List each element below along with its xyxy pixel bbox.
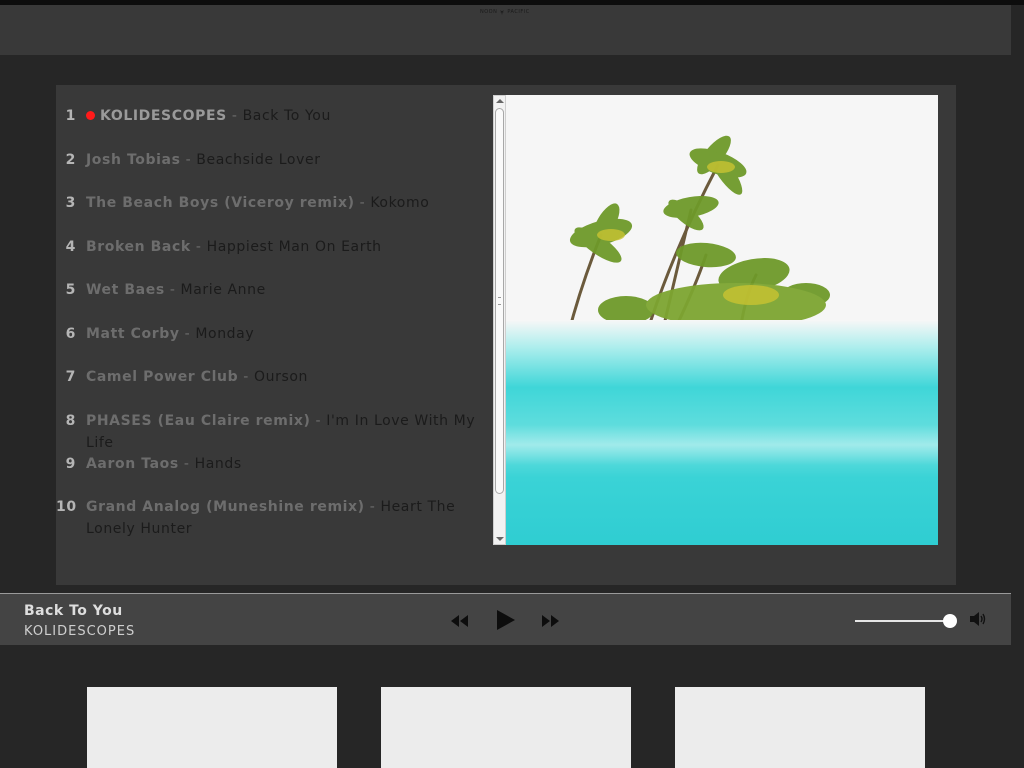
track-title: Marie Anne [180,282,266,298]
track-number: 5 [65,282,76,298]
track-text: Camel Power Club - Ourson [86,366,481,388]
track-artist: Aaron Taos [86,456,179,472]
track-text: PHASES (Eau Claire remix) - I'm In Love … [86,410,481,454]
track-separator: - [164,282,181,298]
track-separator: - [354,195,371,211]
play-button[interactable] [493,608,517,632]
logo-text-left: NOON [480,9,498,15]
now-playing-artist: KOLIDESCOPES [24,624,136,639]
scroll-up-icon[interactable] [496,99,504,103]
track-text: Aaron Taos - Hands [86,453,481,475]
playlist-panel: 1 KOLIDESCOPES - Back To You 2 Josh Tobias … [56,85,956,585]
track-title: Happiest Man On Earth [206,239,382,255]
scroll-down-icon[interactable] [496,537,504,541]
track-number: 6 [65,326,76,342]
speaker-icon [970,612,986,626]
content-below [0,645,1011,768]
right-gutter [1011,5,1024,768]
rewind-icon [451,615,468,627]
track-number: 3 [65,195,76,211]
track-text: Josh Tobias - Beachside Lover [86,149,481,171]
track-title: Kokomo [370,195,430,211]
track-number: 2 [65,152,76,168]
track-number: 1 [65,108,76,124]
player-bar: Back To You KOLIDESCOPES [0,593,1011,645]
track-text: Broken Back - Happiest Man On Earth [86,236,481,258]
track-separator: - [190,239,207,255]
track-separator: - [179,326,196,342]
track-artist: Broken Back [86,239,191,255]
track-text: The Beach Boys (Viceroy remix) - Kokomo [86,192,481,214]
album-art-image [506,95,938,545]
track-number: 9 [65,456,76,472]
track-number: 8 [65,413,76,429]
previous-button[interactable] [449,613,471,629]
track-title: Monday [195,326,255,342]
track-title: Hands [194,456,242,472]
track-artist: KOLIDESCOPES [100,108,227,124]
volume-handle[interactable] [943,614,957,628]
track-artist: Matt Corby [86,326,180,342]
feature-card[interactable] [381,687,631,768]
site-header: NOON PACIFIC [0,5,1011,55]
track-text: Wet Baes - Marie Anne [86,279,481,301]
track-artist: Wet Baes [86,282,165,298]
track-artist: Josh Tobias [86,152,181,168]
album-artwork [506,95,938,545]
next-button[interactable] [539,613,561,629]
scroll-thumb[interactable] [495,108,504,494]
fast-forward-icon [542,615,559,627]
track-title: Beachside Lover [196,152,321,168]
track-separator: - [364,499,381,515]
track-number: 10 [56,499,77,515]
track-artist: Grand Analog (Muneshine remix) [86,499,365,515]
track-text: KOLIDESCOPES - Back To You [86,105,481,127]
track-separator: - [180,152,197,168]
now-playing-title: Back To You [24,603,123,619]
site-logo[interactable]: NOON PACIFIC [480,8,530,16]
track-title: Ourson [254,369,308,385]
logo-text-right: PACIFIC [507,9,530,15]
mute-button[interactable] [969,611,987,627]
playlist-scrollbar[interactable] [493,95,506,545]
track-separator: - [310,413,327,429]
track-separator: - [178,456,195,472]
track-text: Grand Analog (Muneshine remix) - Heart T… [86,496,481,540]
play-icon [497,610,515,630]
track-title: Back To You [242,108,331,124]
track-artist: PHASES (Eau Claire remix) [86,413,311,429]
track-artist: The Beach Boys (Viceroy remix) [86,195,355,211]
track-number: 7 [65,369,76,385]
track-number: 4 [65,239,76,255]
track-text: Matt Corby - Monday [86,323,481,345]
track-list: 1 KOLIDESCOPES - Back To You 2 Josh Tobias … [56,85,486,585]
track-separator: - [238,369,254,385]
scroll-grip-icon [498,297,501,305]
track-separator: - [226,108,243,124]
now-playing-dot-icon [86,111,95,120]
feature-card[interactable] [87,687,337,768]
track-artist: Camel Power Club [86,369,239,385]
feature-card[interactable] [675,687,925,768]
palm-tree-icon [500,10,505,15]
volume-slider[interactable] [855,620,951,622]
